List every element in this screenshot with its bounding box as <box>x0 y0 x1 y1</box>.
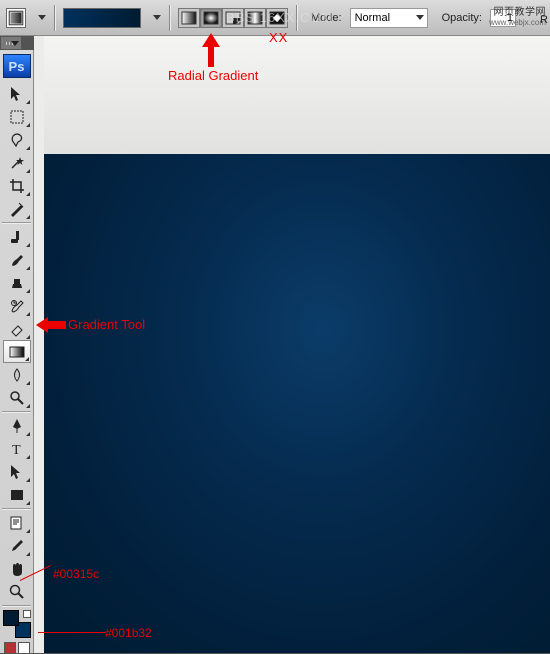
annotation-radial-label: Radial Gradient <box>168 68 258 83</box>
reflected-gradient-button[interactable] <box>244 8 266 28</box>
tool-preset-picker[interactable] <box>6 8 26 28</box>
annotation-hex-fg: #00315c <box>53 567 99 581</box>
angle-gradient-button[interactable] <box>222 8 244 28</box>
tool-preset-dropdown-icon[interactable] <box>38 15 46 20</box>
mode-value: Normal <box>355 12 390 24</box>
gradient-tool[interactable] <box>3 340 31 363</box>
panel-separator <box>2 508 31 509</box>
quickmask-mode-icon <box>18 642 30 654</box>
standard-mode-icon <box>4 642 16 654</box>
eyedropper-tool[interactable] <box>3 534 31 557</box>
document-canvas[interactable] <box>44 154 550 653</box>
collapse-icon <box>11 41 19 46</box>
linear-gradient-button[interactable] <box>178 8 200 28</box>
dodge-tool[interactable] <box>3 386 31 409</box>
ps-logo: Ps <box>3 54 31 78</box>
annotation-gradient-tool-label: Gradient Tool <box>68 317 145 332</box>
brush-tool[interactable] <box>3 248 31 271</box>
annotation-line <box>38 632 106 633</box>
annotation-arrow-up <box>198 33 224 72</box>
magic-wand-tool[interactable] <box>3 151 31 174</box>
radial-gradient-button[interactable] <box>200 8 222 28</box>
healing-brush-tool[interactable] <box>3 225 31 248</box>
annotation-xx: XX <box>269 30 288 45</box>
diamond-gradient-button[interactable] <box>266 8 288 28</box>
zoom-tool[interactable] <box>3 580 31 603</box>
panel-grip[interactable] <box>0 36 22 50</box>
eraser-tool[interactable] <box>3 317 31 340</box>
chevron-down-icon <box>416 15 424 20</box>
slice-tool[interactable] <box>3 197 31 220</box>
tool-panel: Ps T <box>0 50 34 653</box>
gradient-preview[interactable] <box>63 8 141 28</box>
gradient-type-group <box>178 8 288 28</box>
panel-separator <box>2 605 31 606</box>
path-selection-tool[interactable] <box>3 460 31 483</box>
separator <box>169 5 170 31</box>
gradient-picker-dropdown-icon[interactable] <box>153 15 161 20</box>
canvas-padding <box>44 36 550 156</box>
separator <box>296 5 297 31</box>
quickmask-toggle[interactable] <box>0 642 33 654</box>
watermark-corner: 网页教学网 www.webjx.com <box>489 3 546 27</box>
type-tool[interactable]: T <box>3 437 31 460</box>
annotation-hex-bg: #001b32 <box>105 626 152 640</box>
opacity-label: Opacity: <box>442 12 482 24</box>
blur-tool[interactable] <box>3 363 31 386</box>
mode-label: Mode: <box>311 12 342 24</box>
separator <box>54 5 55 31</box>
color-swatches[interactable] <box>3 610 31 638</box>
shape-tool[interactable] <box>3 483 31 506</box>
move-tool[interactable] <box>3 82 31 105</box>
reverse-checkbox-label: R <box>540 14 548 26</box>
foreground-color-swatch[interactable] <box>3 610 19 626</box>
pen-tool[interactable] <box>3 414 31 437</box>
panel-separator <box>2 411 31 412</box>
history-brush-tool[interactable] <box>3 294 31 317</box>
mode-select[interactable]: Normal <box>350 8 428 28</box>
annotation-arrow-left <box>36 316 66 337</box>
canvas-area <box>34 36 550 653</box>
default-colors-icon[interactable] <box>23 610 31 618</box>
clone-stamp-tool[interactable] <box>3 271 31 294</box>
crop-tool[interactable] <box>3 174 31 197</box>
svg-text:T: T <box>12 443 21 458</box>
panel-separator <box>2 222 31 223</box>
notes-tool[interactable] <box>3 511 31 534</box>
lasso-tool[interactable] <box>3 128 31 151</box>
marquee-tool[interactable] <box>3 105 31 128</box>
